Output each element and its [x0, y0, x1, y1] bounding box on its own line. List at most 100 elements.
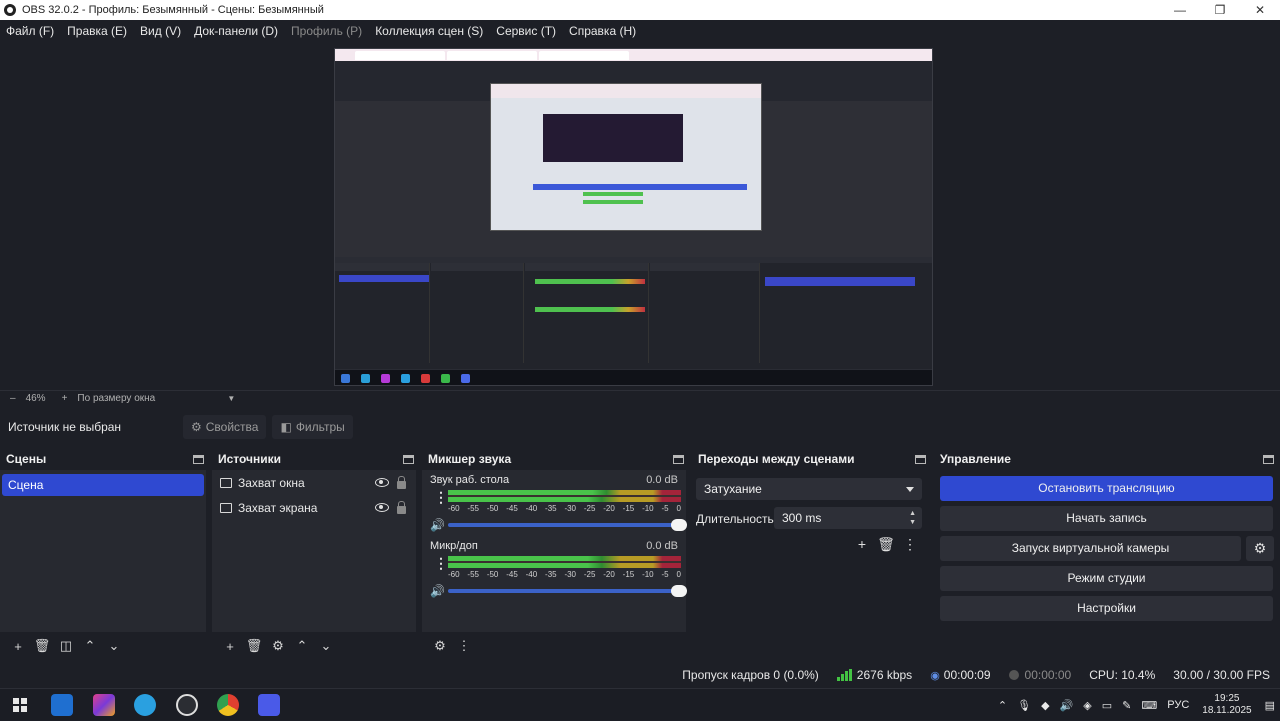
notifications-icon[interactable]: ▤ — [1265, 699, 1275, 712]
move-down-icon[interactable]: ⌄ — [102, 638, 126, 654]
bitrate-value: 2676 kbps — [856, 668, 913, 682]
source-item[interactable]: Захват экрана — [212, 495, 416, 520]
mixer-channel: Микр/доп 0.0 dB ⋮ -60 -55 -50 -45 -40 -35 -30-… — [422, 536, 687, 602]
kebab-menu-icon[interactable]: ⋮ — [452, 638, 476, 654]
preview-tab — [447, 51, 537, 60]
no-source-label: Источник не выбран — [8, 420, 122, 434]
menu-file[interactable]: Файл (F) — [6, 24, 54, 38]
add-icon[interactable]: + — [850, 536, 874, 553]
move-up-icon[interactable]: ⌃ — [290, 638, 314, 654]
kebab-menu-icon[interactable]: ⋮ — [434, 556, 448, 570]
settings-button[interactable]: Настройки — [940, 596, 1273, 621]
lock-icon[interactable] — [397, 500, 406, 514]
slider-handle[interactable] — [671, 519, 687, 531]
menu-docks[interactable]: Док-панели (D) — [194, 24, 278, 38]
telegram-icon[interactable] — [134, 694, 156, 716]
preview-browser-tabs — [335, 49, 932, 61]
transition-select[interactable]: Затухание — [696, 478, 922, 500]
kebab-menu-icon[interactable]: ⋮ — [898, 536, 922, 553]
chevron-down-icon[interactable]: ▼ — [227, 394, 235, 403]
channel-name: Звук раб. стола — [430, 474, 510, 486]
scenes-toolbar: + 🗑 ◫ ⌃ ⌄ — [0, 632, 210, 660]
stream-time: 00:00:09 — [943, 668, 991, 682]
studio-mode-button[interactable]: Режим студии — [940, 566, 1273, 591]
preview-nested-meter — [583, 192, 643, 196]
properties-button[interactable]: ⚙ Свойства — [183, 415, 267, 439]
zoom-in-button[interactable]: + — [62, 393, 68, 404]
speaker-icon[interactable]: 🔊 — [430, 584, 446, 598]
filter-icon: ◧ — [280, 420, 292, 434]
volume-slider[interactable] — [448, 519, 687, 531]
mixer-dock-header: Микшер звука — [422, 450, 690, 468]
trash-icon[interactable]: 🗑 — [242, 638, 266, 654]
tray-app-icon[interactable]: ◈ — [1083, 699, 1091, 712]
file-explorer-icon[interactable] — [51, 694, 73, 716]
tray-app-icon[interactable]: ✎ — [1122, 699, 1131, 712]
menu-tools[interactable]: Сервис (T) — [496, 24, 556, 38]
tray-app-icon[interactable]: ◆ — [1041, 699, 1049, 712]
chrome-icon[interactable] — [217, 694, 239, 716]
zoom-fit-select[interactable]: По размеру окна — [77, 393, 227, 404]
gear-icon[interactable]: ⚙ — [266, 638, 290, 654]
clock[interactable]: 19:25 18.11.2025 — [1202, 693, 1251, 717]
preview-dock — [650, 263, 760, 363]
menu-scene-collection[interactable]: Коллекция сцен (S) — [375, 24, 483, 38]
add-icon[interactable]: + — [218, 639, 242, 654]
clock-time: 19:25 — [1214, 693, 1240, 704]
speaker-icon[interactable]: 🔊 — [430, 518, 446, 532]
transitions-dock: Переходы между сценами Затухание Длитель… — [692, 450, 932, 660]
filter-icon[interactable]: ◫ — [54, 638, 78, 654]
undock-icon[interactable] — [915, 454, 926, 464]
preview-canvas[interactable] — [334, 48, 933, 386]
kebab-menu-icon[interactable]: ⋮ — [434, 490, 448, 504]
tray-chevron-icon[interactable]: ⌃ — [998, 699, 1007, 712]
eye-icon[interactable] — [375, 478, 389, 487]
add-icon[interactable]: + — [6, 639, 30, 654]
virtual-camera-settings-icon[interactable]: ⚙ — [1246, 536, 1274, 561]
stop-stream-button[interactable]: Остановить трансляцию — [940, 476, 1273, 501]
zoom-out-button[interactable]: – — [10, 393, 16, 404]
microphone-icon[interactable]: 🎙 — [1017, 699, 1031, 712]
eye-icon[interactable] — [375, 503, 389, 512]
spin-arrows-icon[interactable]: ▲ ▼ — [909, 509, 916, 527]
volume-slider[interactable] — [448, 585, 687, 597]
menu-help[interactable]: Справка (H) — [569, 24, 636, 38]
preview-meter — [535, 307, 645, 312]
lock-icon[interactable] — [397, 475, 406, 489]
duration-input[interactable]: 300 ms ▲ ▼ — [774, 507, 922, 529]
trash-icon[interactable]: 🗑 — [874, 536, 898, 553]
stream-time-status: ◉ 00:00:09 — [930, 668, 990, 682]
undock-icon[interactable] — [673, 454, 684, 464]
move-down-icon[interactable]: ⌄ — [314, 638, 338, 654]
scenes-dock: Сцены Сцена + 🗑 ◫ ⌃ ⌄ — [0, 450, 210, 660]
language-indicator[interactable]: РУС — [1167, 699, 1189, 711]
source-item[interactable]: Захват окна — [212, 470, 416, 495]
scene-item[interactable]: Сцена — [2, 474, 204, 496]
app-icon[interactable] — [93, 694, 115, 716]
start-record-button[interactable]: Начать запись — [940, 506, 1273, 531]
preview-meter — [535, 279, 645, 284]
system-tray: ⌃ 🎙 ◆ 🔊 ◈ ▭ ✎ ⌨ РУС 19:25 18.11.2025 ▤ — [993, 689, 1280, 721]
menu-view[interactable]: Вид (V) — [140, 24, 181, 38]
move-up-icon[interactable]: ⌃ — [78, 638, 102, 654]
windows-start-icon[interactable] — [9, 694, 31, 716]
minimize-button[interactable]: — — [1160, 0, 1200, 20]
undock-icon[interactable] — [193, 454, 204, 464]
slider-handle[interactable] — [671, 585, 687, 597]
virtual-camera-button[interactable]: Запуск виртуальной камеры — [940, 536, 1241, 561]
mixer-settings-icon[interactable]: ⚙ — [428, 638, 452, 654]
menu-edit[interactable]: Правка (E) — [67, 24, 127, 38]
filters-button[interactable]: ◧ Фильтры — [272, 415, 353, 439]
maximize-button[interactable]: ❐ — [1200, 0, 1240, 20]
trash-icon[interactable]: 🗑 — [30, 638, 54, 654]
undock-icon[interactable] — [1263, 454, 1274, 464]
record-icon — [1008, 670, 1019, 680]
close-button[interactable]: ✕ — [1240, 0, 1280, 20]
volume-icon[interactable]: 🔊 — [1060, 699, 1074, 712]
discord-icon[interactable] — [258, 694, 280, 716]
undock-icon[interactable] — [403, 454, 414, 464]
preview-tab — [355, 51, 445, 60]
keyboard-icon[interactable]: ⌨ — [1141, 699, 1157, 712]
obs-taskbar-icon[interactable] — [176, 694, 198, 716]
network-icon[interactable]: ▭ — [1102, 699, 1112, 712]
